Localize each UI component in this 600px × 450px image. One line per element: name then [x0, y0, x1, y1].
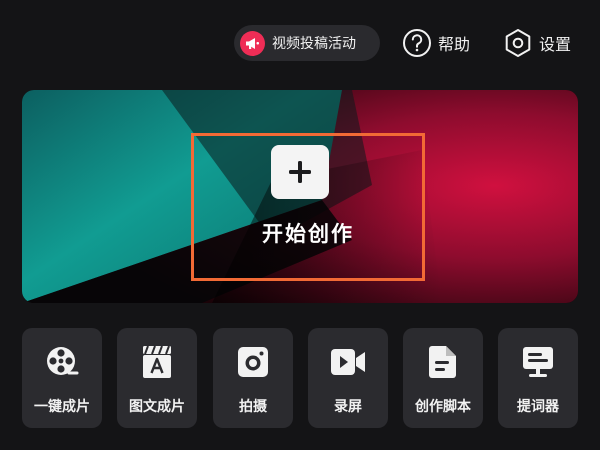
- tool-label: 图文成片: [129, 399, 185, 415]
- tool-label: 一键成片: [34, 399, 90, 415]
- creation-script-button[interactable]: 创作脚本: [403, 328, 483, 428]
- add-create-button[interactable]: [271, 145, 329, 199]
- video-submission-event-button[interactable]: 视频投稿活动: [234, 25, 380, 61]
- tool-label: 录屏: [334, 399, 362, 415]
- question-icon: [403, 29, 431, 57]
- promo-label: 视频投稿活动: [272, 36, 356, 52]
- plus-icon: [289, 161, 311, 183]
- film-reel-icon: [47, 347, 79, 375]
- teleprompter-button[interactable]: 提词器: [498, 328, 578, 428]
- clapperboard-text-icon: [143, 345, 171, 378]
- settings-button[interactable]: 设置: [503, 26, 571, 60]
- help-label: 帮助: [438, 35, 471, 54]
- tool-label: 提词器: [517, 399, 559, 415]
- one-click-video-button[interactable]: 一键成片: [22, 328, 102, 428]
- megaphone-icon: [240, 30, 265, 56]
- shoot-button[interactable]: 拍摄: [213, 328, 293, 428]
- camera-icon: [238, 347, 268, 377]
- screen: 视频投稿活动 帮助 设置 开始创作 一键成片 图文成片 拍摄 录屏 创作脚本 提…: [0, 0, 600, 450]
- screen-record-button[interactable]: 录屏: [308, 328, 388, 428]
- image-text-video-button[interactable]: 图文成片: [117, 328, 197, 428]
- help-button[interactable]: 帮助: [402, 26, 470, 60]
- settings-label: 设置: [539, 35, 572, 54]
- start-create-label: 开始创作: [262, 222, 354, 246]
- settings-hexagon-icon: [505, 29, 531, 57]
- script-document-icon: [429, 346, 456, 378]
- teleprompter-icon: [523, 347, 553, 377]
- tool-label: 拍摄: [239, 399, 267, 415]
- tool-label: 创作脚本: [415, 399, 471, 415]
- video-record-icon: [331, 349, 365, 375]
